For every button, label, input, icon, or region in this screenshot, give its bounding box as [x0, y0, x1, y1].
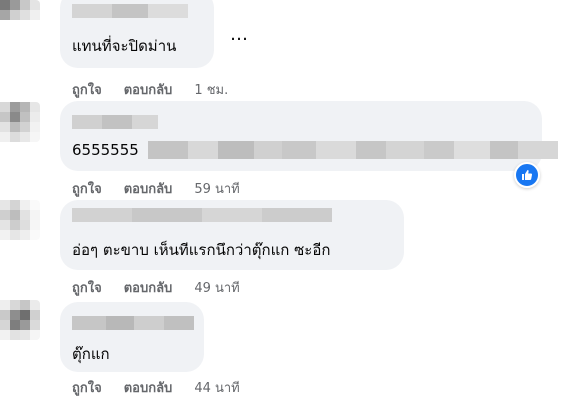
comment-text: แทนที่จะปิดม่าน — [72, 37, 177, 55]
comment-bubble: ตุ๊กแก — [60, 302, 204, 372]
blurred-content — [148, 141, 558, 159]
comment-actions: ถูกใจ ตอบกลับ 49 นาที — [72, 277, 240, 298]
timestamp[interactable]: 1 ชม. — [194, 79, 228, 100]
more-options-button[interactable]: … — [230, 24, 249, 45]
blurred-author-name — [72, 4, 188, 18]
comment-text: อ่อๆ ตะขาบ เห็นทีแรกนึกว่าตุ๊กแก ซะอีก — [72, 241, 331, 259]
reply-button[interactable]: ตอบกลับ — [124, 277, 173, 298]
reply-button[interactable]: ตอบกลับ — [124, 79, 173, 100]
comment-text: ตุ๊กแก — [72, 345, 110, 363]
comment-bubble: อ่อๆ ตะขาบ เห็นทีแรกนึกว่าตุ๊กแก ซะอีก — [60, 200, 404, 270]
like-button[interactable]: ถูกใจ — [72, 79, 102, 100]
comment-actions: ถูกใจ ตอบกลับ 1 ชม. — [72, 79, 228, 100]
blurred-author-name — [72, 316, 194, 330]
like-icon[interactable] — [514, 162, 540, 188]
avatar[interactable] — [0, 102, 40, 142]
comment-bubble: 6555555 — [60, 101, 558, 171]
avatar[interactable] — [0, 200, 40, 240]
comment-text: 6555555 — [72, 141, 139, 159]
avatar[interactable] — [0, 300, 40, 340]
like-button[interactable]: ถูกใจ — [72, 377, 102, 398]
blurred-author-name — [72, 115, 158, 129]
timestamp[interactable]: 59 นาที — [194, 178, 239, 199]
reply-button[interactable]: ตอบกลับ — [124, 377, 173, 398]
like-button[interactable]: ถูกใจ — [72, 277, 102, 298]
comment-actions: ถูกใจ ตอบกลับ 59 นาที — [72, 178, 240, 199]
timestamp[interactable]: 49 นาที — [194, 277, 239, 298]
timestamp[interactable]: 44 นาที — [194, 377, 239, 398]
avatar[interactable] — [0, 0, 40, 26]
comment-actions: ถูกใจ ตอบกลับ 44 นาที — [72, 377, 240, 398]
comment-bubble: แทนที่จะปิดม่าน — [60, 0, 214, 68]
like-button[interactable]: ถูกใจ — [72, 178, 102, 199]
blurred-author-name — [72, 208, 332, 222]
reply-button[interactable]: ตอบกลับ — [124, 178, 173, 199]
